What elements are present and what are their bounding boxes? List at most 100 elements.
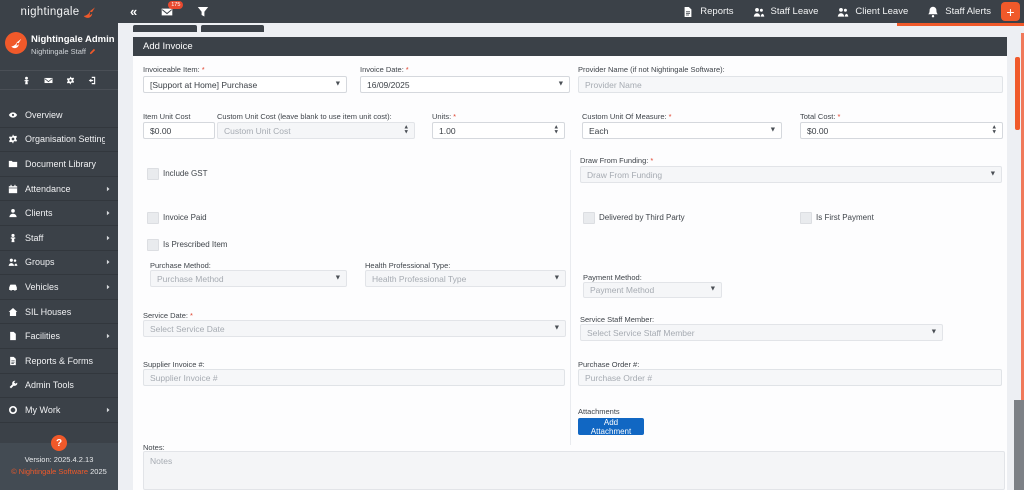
total-cost-input[interactable]: $0.00 ▲ ▼	[800, 122, 1003, 139]
profile-mail-icon[interactable]	[44, 76, 53, 85]
open-tab-2[interactable]	[201, 25, 264, 32]
service-date-label: Service Date: *	[143, 311, 193, 320]
provider-name-input[interactable]	[578, 76, 1003, 93]
sidebar-item-label: SIL Houses	[25, 306, 72, 317]
draw-from-funding-select[interactable]: Draw From Funding ▼	[580, 166, 1002, 183]
payment-method-select[interactable]: Payment Method ▼	[583, 282, 722, 298]
invoice-date-label: Invoice Date: *	[360, 65, 409, 74]
sidebar-item-label: Reports & Forms	[25, 355, 94, 366]
caret-down-icon: ▼	[554, 324, 559, 331]
units-input[interactable]: 1.00 ▲ ▼	[432, 122, 565, 139]
item-unit-cost-input[interactable]	[143, 122, 215, 139]
purchase-order-input[interactable]	[578, 369, 1002, 386]
sidebar-item-clients[interactable]: Clients	[0, 201, 118, 226]
wrench-icon	[8, 380, 18, 390]
file-icon	[8, 331, 18, 341]
edit-pencil-icon[interactable]	[89, 48, 96, 55]
is-prescribed-item-checkbox[interactable]	[147, 239, 159, 251]
help-button[interactable]: ?	[51, 435, 67, 451]
nav-reports[interactable]: Reports	[682, 6, 734, 18]
chevron-right-icon	[105, 284, 111, 290]
sidebar-item-label: Clients	[25, 208, 53, 219]
nav-label: Client Leave	[855, 6, 909, 17]
sidebar-item-label: My Work	[25, 404, 61, 415]
custom-unit-of-measure-select[interactable]: Each ▼	[582, 122, 782, 139]
include-gst-checkbox[interactable]	[147, 168, 159, 180]
caret-down-icon: ▼	[335, 274, 340, 281]
sidebar-item-my-work[interactable]: My Work	[0, 398, 118, 423]
sidebar-item-admin-tools[interactable]: Admin Tools	[0, 374, 118, 399]
sidebar-item-document-library[interactable]: Document Library	[0, 152, 118, 177]
spinner-icon[interactable]: ▲ ▼	[555, 125, 558, 136]
service-staff-member-select[interactable]: Select Service Staff Member ▼	[580, 324, 943, 341]
add-button[interactable]: +	[1001, 2, 1020, 21]
sidebar-item-label: Groups	[25, 257, 55, 268]
people-icon	[753, 6, 765, 18]
delivered-by-third-party-checkbox[interactable]	[583, 212, 595, 224]
invoice-date-picker[interactable]: 16/09/2025 ▼	[360, 76, 570, 93]
profile-card: Nightingale Admin Nightingale Staff	[0, 23, 118, 61]
chevron-right-icon	[105, 210, 111, 216]
gear-icon	[8, 134, 18, 144]
profile-name: Nightingale Admin	[31, 34, 115, 45]
spinner-icon[interactable]: ▲ ▼	[993, 125, 996, 136]
nav-label: Staff Alerts	[945, 6, 991, 17]
messages-button[interactable]: 175	[159, 0, 184, 18]
sidebar-item-attendance[interactable]: Attendance	[0, 177, 118, 202]
car-icon	[8, 282, 18, 292]
sidebar-item-organisation-settings[interactable]: Organisation Settings	[0, 128, 118, 153]
caret-down-icon: ▼	[554, 274, 559, 281]
nav-staff-alerts[interactable]: Staff Alerts	[927, 6, 991, 18]
health-professional-type-select[interactable]: Health Professional Type ▼	[365, 270, 566, 287]
header-nav: Reports Staff Leave Client Leave Staff A…	[682, 6, 991, 18]
sidebar-item-label: Organisation Settings	[25, 134, 105, 145]
open-tab-1[interactable]	[133, 25, 197, 32]
copyright-label: © Nightingale Software 2025	[0, 467, 118, 476]
column-divider	[570, 150, 571, 445]
bird-logo-icon	[81, 4, 97, 20]
sidebar-item-label: Overview	[25, 109, 63, 120]
nav-staff-leave[interactable]: Staff Leave	[753, 6, 818, 18]
messages-count-badge: 175	[168, 0, 184, 10]
sidebar-item-facilities[interactable]: Facilities	[0, 324, 118, 349]
invoiceable-item-select[interactable]: [Support at Home] Purchase ▼	[143, 76, 347, 93]
sidebar-item-sil-houses[interactable]: SIL Houses	[0, 300, 118, 325]
sidebar-item-reports-forms[interactable]: Reports & Forms	[0, 349, 118, 374]
caret-down-icon: ▼	[931, 328, 936, 335]
add-attachment-button[interactable]: Add Attachment	[578, 418, 644, 436]
purchase-order-label: Purchase Order #:	[578, 360, 640, 369]
custom-unit-cost-input[interactable]: Custom Unit Cost ▲ ▼	[217, 122, 415, 139]
service-date-select[interactable]: Select Service Date ▼	[143, 320, 566, 337]
purchase-method-select[interactable]: Purchase Method ▼	[150, 270, 347, 287]
logout-icon[interactable]	[88, 76, 97, 85]
sidebar-item-groups[interactable]: Groups	[0, 251, 118, 276]
filter-button[interactable]	[197, 6, 209, 18]
target-icon	[8, 405, 18, 415]
is-first-payment-label: Is First Payment	[816, 213, 874, 222]
report-icon	[8, 356, 18, 366]
sidebar-item-vehicles[interactable]: Vehicles	[0, 275, 118, 300]
sidebar-item-label: Attendance	[25, 183, 71, 194]
caret-down-icon: ▼	[558, 80, 563, 87]
brand-name: nightingale	[20, 5, 80, 18]
person-icon	[8, 208, 18, 218]
sidebar-item-staff[interactable]: Staff	[0, 226, 118, 251]
nav-label: Reports	[700, 6, 734, 17]
spinner-icon[interactable]: ▲ ▼	[405, 125, 408, 136]
folder-icon	[8, 159, 18, 169]
units-label: Units: *	[432, 112, 457, 121]
profile-user-icon[interactable]	[22, 76, 31, 85]
bird-avatar-icon	[9, 36, 23, 50]
supplier-invoice-input[interactable]	[143, 369, 565, 386]
service-staff-member-label: Service Staff Member:	[580, 315, 655, 324]
invoice-paid-checkbox[interactable]	[147, 212, 159, 224]
is-first-payment-checkbox[interactable]	[800, 212, 812, 224]
nav-client-leave[interactable]: Client Leave	[837, 6, 908, 18]
notes-textarea[interactable]	[143, 451, 1005, 490]
avatar	[5, 32, 27, 54]
profile-settings-icon[interactable]	[66, 75, 75, 85]
report-icon	[682, 6, 694, 18]
sidebar-item-overview[interactable]: Overview	[0, 103, 118, 128]
scrollbar-thumb[interactable]	[1015, 57, 1020, 130]
collapse-sidebar-button[interactable]: «	[130, 4, 137, 19]
